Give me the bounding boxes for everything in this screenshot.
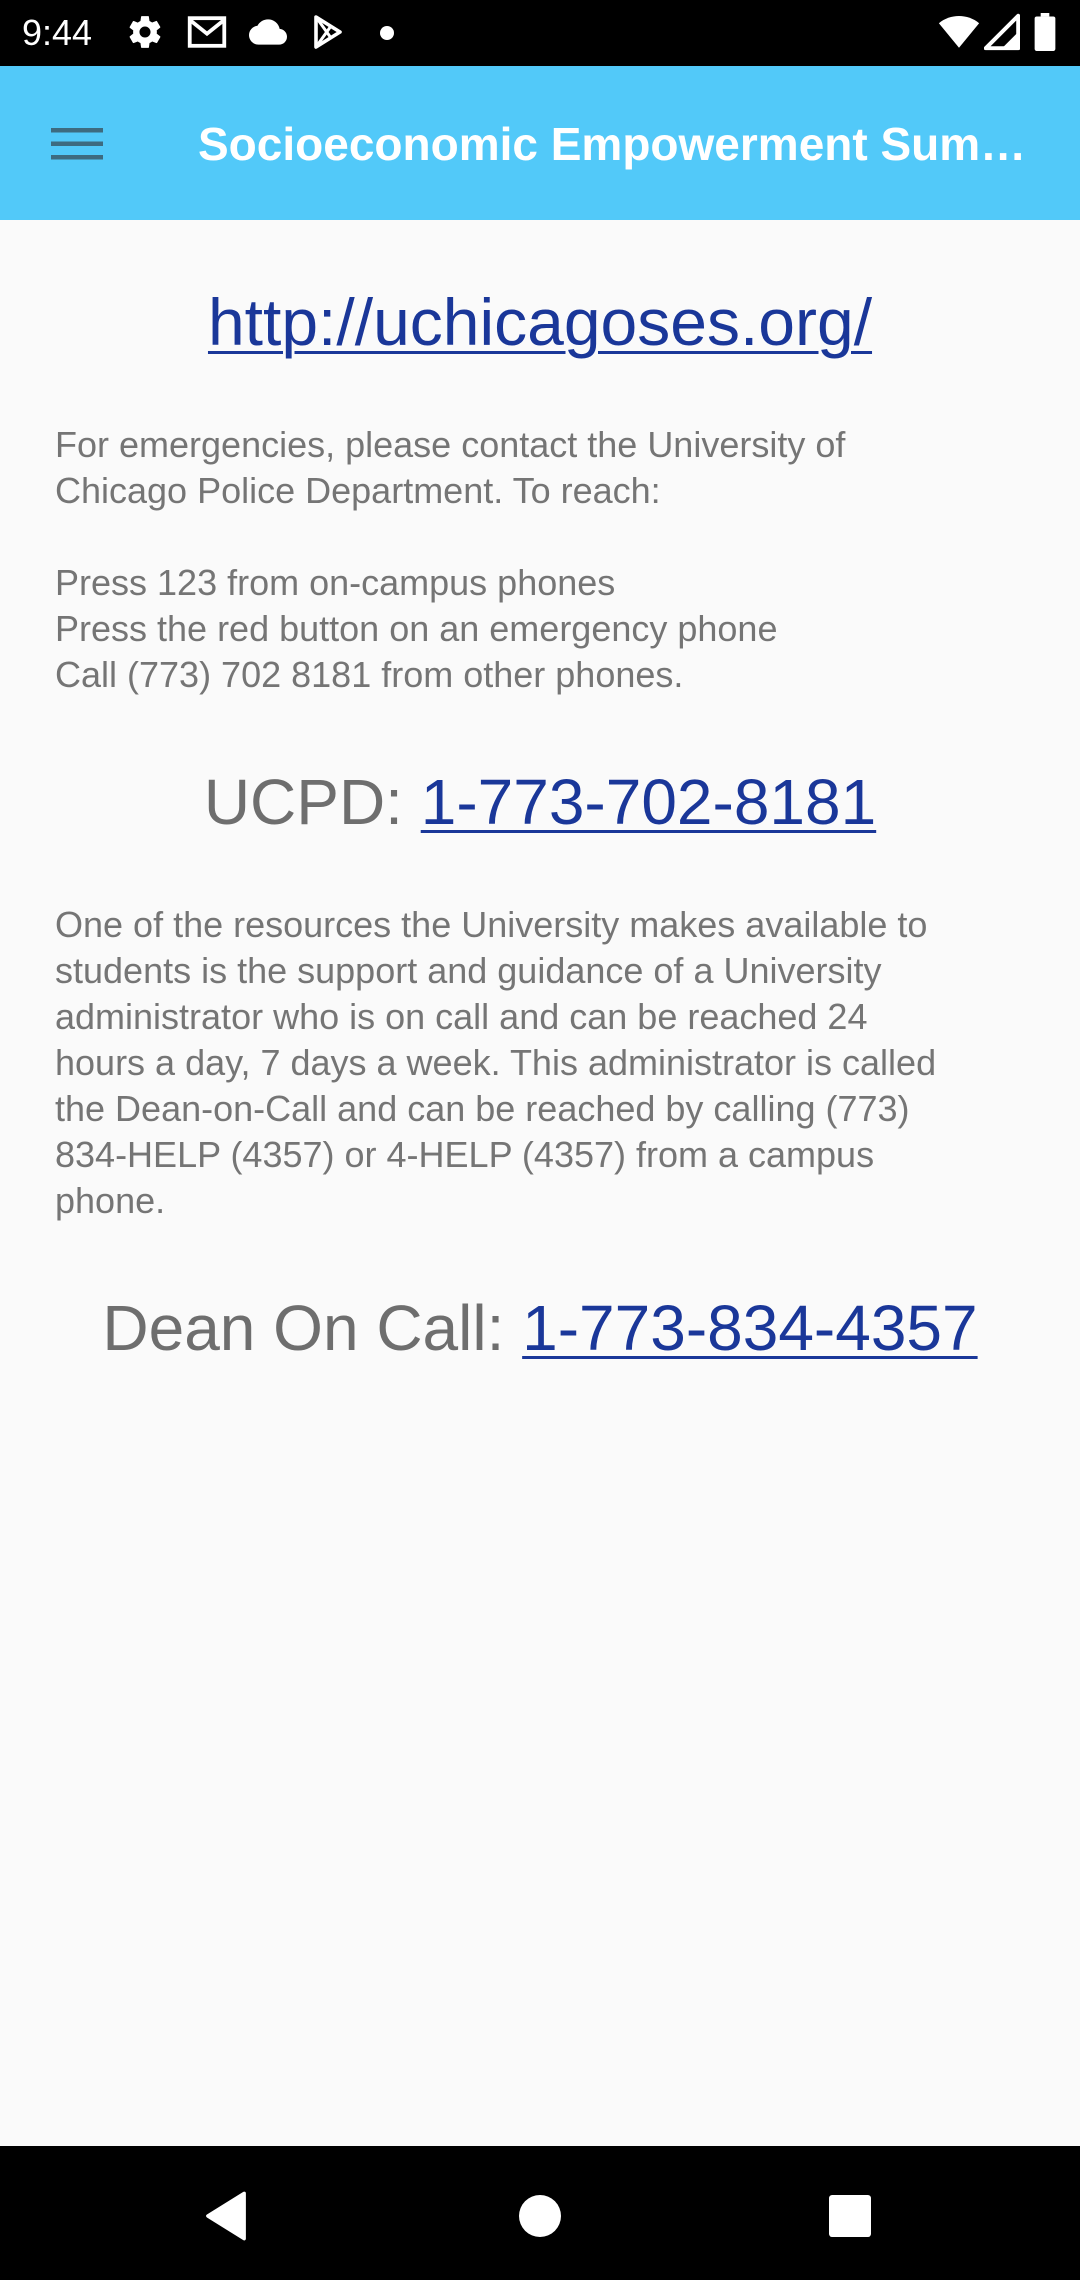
hamburger-menu-icon[interactable] bbox=[30, 102, 124, 186]
app-bar: Socioeconomic Empowerment Summit bbox=[0, 66, 1080, 220]
website-link[interactable]: http://uchicagoses.org/ bbox=[208, 285, 872, 359]
ucpd-contact: UCPD: 1-773-702-8181 bbox=[0, 762, 1080, 842]
content-area: http://uchicagoses.org/ For emergencies,… bbox=[0, 220, 1080, 2146]
emergency-step: Press 123 from on-campus phones bbox=[55, 562, 616, 603]
recents-icon[interactable] bbox=[810, 2176, 890, 2256]
website-link-row: http://uchicagoses.org/ bbox=[0, 282, 1080, 362]
dean-paragraph-line: administrator who is on call and can be … bbox=[55, 996, 868, 1037]
dean-paragraph-line: phone. bbox=[55, 1180, 166, 1221]
gear-icon bbox=[126, 13, 164, 56]
dean-paragraph-line: students is the support and guidance of … bbox=[55, 950, 882, 991]
ucpd-label: UCPD: bbox=[203, 766, 421, 838]
emergency-intro-line: For emergencies, please contact the Univ… bbox=[55, 424, 846, 465]
system-nav-bar bbox=[0, 2146, 1080, 2280]
emergency-intro: For emergencies, please contact the Univ… bbox=[55, 422, 1035, 514]
dean-on-call-contact: Dean On Call: 1-773-834-4357 bbox=[0, 1288, 1080, 1368]
dean-on-call-phone-link[interactable]: 1-773-834-4357 bbox=[522, 1292, 977, 1364]
emergency-step: Press the red button on an emergency pho… bbox=[55, 608, 778, 649]
dean-paragraph-line: the Dean-on-Call and can be reached by c… bbox=[55, 1088, 910, 1129]
dean-paragraph-line: One of the resources the University make… bbox=[55, 904, 928, 945]
battery-icon bbox=[1034, 13, 1056, 56]
status-bar: 9:44 bbox=[0, 0, 1080, 66]
gmail-icon bbox=[186, 13, 228, 56]
cloud-icon bbox=[248, 13, 288, 56]
home-icon[interactable] bbox=[500, 2176, 580, 2256]
play-store-icon bbox=[310, 13, 346, 56]
wifi-icon bbox=[938, 13, 980, 56]
ucpd-phone-link[interactable]: 1-773-702-8181 bbox=[421, 766, 876, 838]
dot-icon bbox=[380, 26, 394, 45]
dean-on-call-label: Dean On Call: bbox=[102, 1292, 523, 1364]
emergency-step: Call (773) 702 8181 from other phones. bbox=[55, 654, 684, 695]
back-icon[interactable] bbox=[186, 2176, 266, 2256]
dean-paragraph-line: 834-HELP (4357) or 4-HELP (4357) from a … bbox=[55, 1134, 875, 1175]
page-title: Socioeconomic Empowerment Summit bbox=[198, 118, 1038, 170]
dean-paragraph: One of the resources the University make… bbox=[55, 902, 1035, 1224]
status-time: 9:44 bbox=[22, 12, 93, 53]
emergency-intro-line: Chicago Police Department. To reach: bbox=[55, 470, 661, 511]
signal-icon bbox=[983, 13, 1021, 56]
dean-paragraph-line: hours a day, 7 days a week. This adminis… bbox=[55, 1042, 937, 1083]
emergency-steps: Press 123 from on-campus phones Press th… bbox=[55, 560, 1035, 698]
